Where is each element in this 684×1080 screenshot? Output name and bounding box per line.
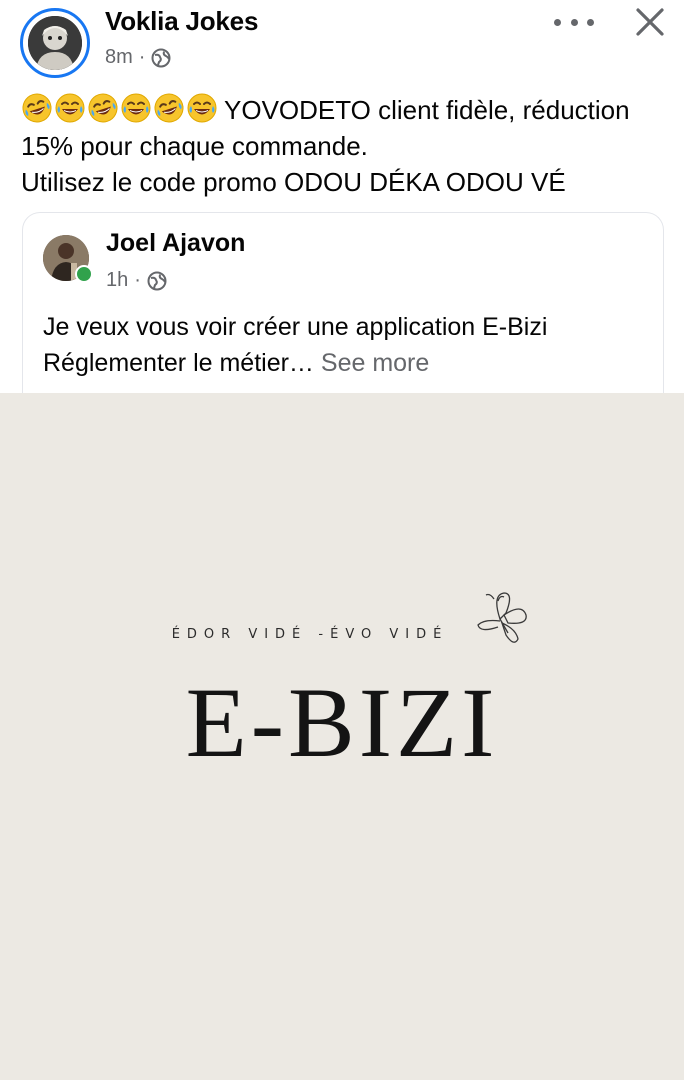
shared-post-image[interactable]: ÉDOR VIDÉ -ÉVO VIDÉ E-BIZI bbox=[0, 393, 684, 1080]
post-text-line-3: Utilisez le code promo ODOU DÉKA ODOU VÉ bbox=[21, 167, 566, 197]
post-text-line-1: YOVODETO client fidèle, réduction bbox=[21, 92, 671, 128]
shared-text-line-2-text: Réglementer le métier… bbox=[43, 349, 314, 377]
shared-post-card[interactable]: Joel Ajavon 1h · Je veux vous voir créer… bbox=[22, 212, 664, 413]
globe-icon bbox=[151, 48, 171, 68]
rolling-laughing-emoji-icon bbox=[55, 93, 85, 123]
author-name[interactable]: Voklia Jokes bbox=[105, 6, 258, 37]
see-more-link[interactable]: See more bbox=[321, 349, 429, 377]
shared-text-line-1: Je veux vous voir créer une application … bbox=[43, 313, 548, 341]
rolling-laughing-emoji-icon bbox=[22, 93, 52, 123]
shared-author-name[interactable]: Joel Ajavon bbox=[106, 229, 245, 258]
meta-separator: · bbox=[134, 269, 141, 291]
post-meta: 8m · bbox=[105, 46, 171, 69]
shared-text-line-2: Réglementer le métier… See more bbox=[43, 345, 643, 381]
post-time[interactable]: 8m bbox=[105, 46, 133, 69]
shared-post-text: Je veux vous voir créer une application … bbox=[43, 309, 643, 381]
shared-post-time[interactable]: 1h bbox=[106, 269, 128, 292]
more-options-icon[interactable] bbox=[554, 10, 594, 34]
author-avatar[interactable] bbox=[20, 8, 90, 78]
emoji-group bbox=[21, 92, 218, 124]
avatar-image bbox=[28, 16, 82, 70]
globe-icon bbox=[147, 271, 167, 291]
butterfly-icon bbox=[470, 589, 534, 651]
rolling-laughing-emoji-icon bbox=[88, 93, 118, 123]
rolling-laughing-emoji-icon bbox=[187, 93, 217, 123]
rolling-laughing-emoji-icon bbox=[154, 93, 184, 123]
post-text: YOVODETO client fidèle, réduction 15% po… bbox=[21, 92, 671, 200]
close-icon[interactable] bbox=[632, 4, 668, 40]
shared-post-meta: 1h · bbox=[106, 269, 167, 292]
post-text-line-1-text: YOVODETO client fidèle, réduction bbox=[224, 95, 630, 125]
post-text-line-2: 15% pour chaque commande. bbox=[21, 131, 368, 161]
brand-logo-text: E-BIZI bbox=[185, 667, 499, 778]
online-status-indicator bbox=[75, 265, 93, 283]
meta-separator: · bbox=[138, 46, 146, 68]
rolling-laughing-emoji-icon bbox=[121, 93, 151, 123]
post-header: Voklia Jokes 8m · bbox=[0, 0, 684, 90]
